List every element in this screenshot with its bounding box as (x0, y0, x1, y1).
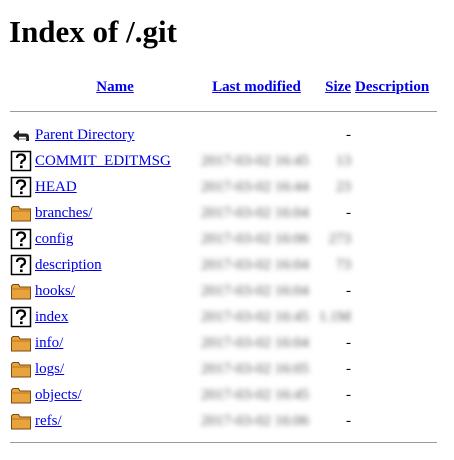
entry-link[interactable]: config (35, 231, 73, 247)
last-modified-value: 2017-03-02 16:44 (201, 179, 309, 195)
last-modified-value: 2017-03-02 16:04 (201, 335, 309, 351)
description-value (351, 200, 437, 226)
file-row: COMMIT_EDITMSG 2017-03-02 16:45 13 (10, 148, 437, 174)
sort-by-name-link[interactable]: Name (96, 79, 134, 95)
description-value (351, 226, 437, 252)
size-value: - (346, 205, 351, 221)
description-value (351, 174, 437, 200)
entry-link[interactable]: info/ (35, 335, 63, 351)
folder-icon (10, 410, 32, 432)
icon-column-header (10, 74, 35, 100)
unknown-file-icon (10, 228, 32, 250)
size-value: 23 (336, 179, 351, 195)
modified-column-header: Last modified (195, 74, 318, 100)
size-value: - (346, 335, 351, 351)
size-value: - (346, 387, 351, 403)
sort-by-size-link[interactable]: Size (325, 79, 351, 95)
bottom-divider (10, 441, 437, 443)
back-icon (10, 124, 32, 146)
entry-link[interactable]: index (35, 309, 68, 325)
folder-row: logs/2017-03-02 16:05 - (10, 356, 437, 382)
size-value: - (346, 413, 351, 429)
size-value: 1.1M (318, 309, 351, 325)
entry-link[interactable]: description (35, 257, 102, 273)
last-modified-value: 2017-03-02 16:06 (201, 231, 309, 247)
description-value (351, 330, 437, 356)
size-value: - (346, 127, 351, 143)
entry-link[interactable]: COMMIT_EDITMSG (35, 153, 171, 169)
last-modified-value: 2017-03-02 16:04 (201, 257, 309, 273)
listing-body: Parent Directory - COMMIT_EDITMSG 2017-03-0… (10, 100, 437, 450)
description-value (351, 382, 437, 408)
folder-row: hooks/2017-03-02 16:04 - (10, 278, 437, 304)
unknown-file-icon (10, 254, 32, 276)
last-modified-value: 2017-03-02 16:06 (201, 413, 309, 429)
name-column-header: Name (35, 74, 195, 100)
bottom-separator-row (10, 434, 437, 450)
last-modified-value: 2017-03-02 16:45 (201, 387, 309, 403)
file-row: index 2017-03-02 16:45 1.1M (10, 304, 437, 330)
parent-directory-link[interactable]: Parent Directory (35, 127, 135, 143)
entry-link[interactable]: refs/ (35, 413, 62, 429)
header-row: Name Last modified Size Description (10, 74, 437, 100)
sort-by-description-link[interactable]: Description (355, 79, 429, 95)
last-modified-value: 2017-03-02 16:04 (201, 283, 309, 299)
unknown-file-icon (10, 306, 32, 328)
size-column-header: Size (318, 74, 351, 100)
description-value (351, 148, 437, 174)
last-modified-value: 2017-03-02 16:04 (201, 205, 309, 221)
size-value: 273 (328, 231, 352, 247)
description-value (351, 408, 437, 434)
file-row: description 2017-03-02 16:04 73 (10, 252, 437, 278)
directory-listing-table: Name Last modified Size Description Pare… (10, 74, 437, 450)
entry-link[interactable]: hooks/ (35, 283, 75, 299)
folder-icon (10, 384, 32, 406)
folder-row: objects/2017-03-02 16:45 - (10, 382, 437, 408)
last-modified-value: 2017-03-02 16:45 (201, 309, 309, 325)
top-divider (10, 110, 437, 112)
last-modified-value: 2017-03-02 16:45 (201, 153, 309, 169)
file-row: config 2017-03-02 16:06 273 (10, 226, 437, 252)
unknown-file-icon (10, 150, 32, 172)
description-value (351, 304, 437, 330)
description-value (351, 122, 437, 148)
folder-row: refs/2017-03-02 16:06 - (10, 408, 437, 434)
folder-row: branches/2017-03-02 16:04 - (10, 200, 437, 226)
description-value (351, 252, 437, 278)
description-column-header: Description (351, 74, 437, 100)
unknown-file-icon (10, 176, 32, 198)
sort-by-modified-link[interactable]: Last modified (212, 79, 301, 95)
top-separator-row (10, 100, 437, 122)
page-title: Index of /.git (9, 14, 177, 49)
description-value (351, 356, 437, 382)
entry-link[interactable]: branches/ (35, 205, 92, 221)
entry-link[interactable]: HEAD (35, 179, 77, 195)
folder-icon (10, 202, 32, 224)
description-value (351, 278, 437, 304)
file-row: HEAD 2017-03-02 16:44 23 (10, 174, 437, 200)
folder-row: info/2017-03-02 16:04 - (10, 330, 437, 356)
size-value: - (346, 361, 351, 377)
entry-link[interactable]: logs/ (35, 361, 64, 377)
folder-icon (10, 358, 32, 380)
folder-icon (10, 332, 32, 354)
folder-icon (10, 280, 32, 302)
size-value: - (346, 283, 351, 299)
size-value: 13 (336, 153, 351, 169)
entry-link[interactable]: objects/ (35, 387, 82, 403)
last-modified-value: 2017-03-02 16:05 (201, 361, 309, 377)
size-value: 73 (336, 257, 351, 273)
parent-directory-row: Parent Directory - (10, 122, 437, 148)
